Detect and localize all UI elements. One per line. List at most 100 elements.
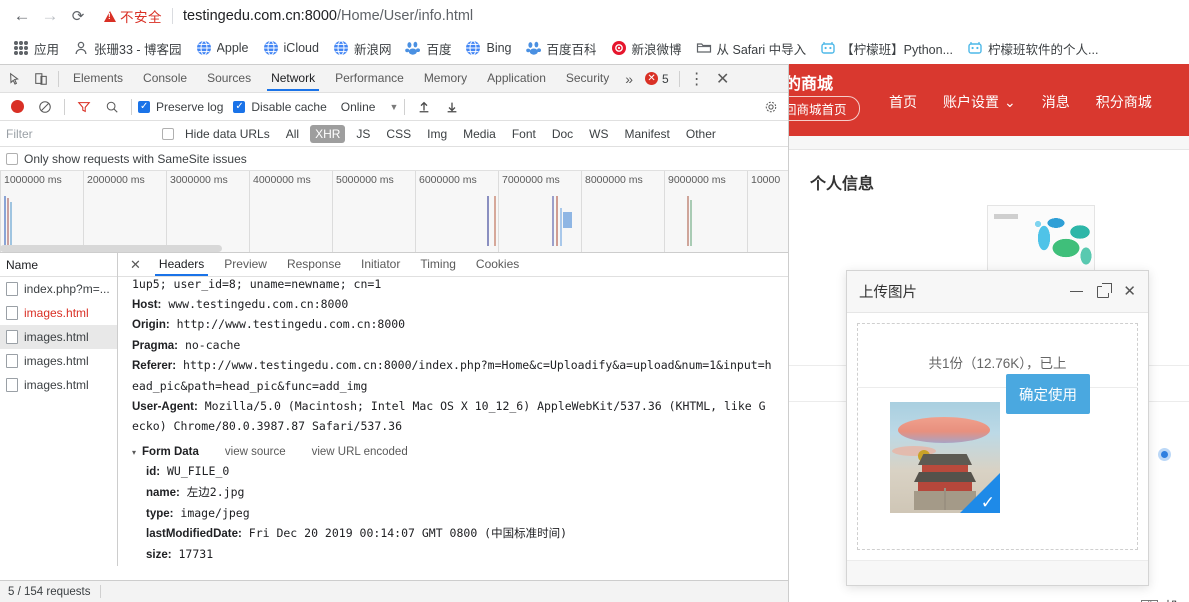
tab-network[interactable]: Network [261, 66, 325, 91]
image-thumbnail[interactable]: ✓ [890, 402, 1000, 513]
bookmark-baidu[interactable]: 百度 [398, 36, 458, 61]
request-row[interactable]: images.html [0, 349, 117, 373]
back-button[interactable]: ← [8, 2, 36, 30]
import-har-icon[interactable] [411, 94, 437, 120]
search-icon[interactable] [99, 94, 125, 120]
filter-type-all[interactable]: All [281, 125, 304, 143]
device-toolbar-icon[interactable] [28, 66, 54, 92]
request-row[interactable]: images.html [0, 301, 117, 325]
filter-type-css[interactable]: CSS [381, 125, 416, 143]
close-icon[interactable]: ✕ [1123, 284, 1136, 299]
filter-type-img[interactable]: Img [422, 125, 452, 143]
bookmark-icloud[interactable]: iCloud [256, 37, 326, 59]
filter-type-media[interactable]: Media [458, 125, 501, 143]
filter-type-js[interactable]: JS [351, 125, 375, 143]
collapse-triangle-icon[interactable]: ▾ [132, 443, 136, 463]
tab-memory[interactable]: Memory [414, 66, 477, 91]
filter-funnel-icon[interactable] [71, 94, 97, 120]
tab-sources[interactable]: Sources [197, 66, 261, 91]
filter-input[interactable]: Filter [6, 127, 156, 141]
email-row: 邮 [1141, 596, 1177, 602]
bookmark-sina[interactable]: 新浪网 [326, 36, 399, 61]
avatar-preview-card[interactable] [987, 205, 1095, 275]
detail-tab-preview[interactable]: Preview [214, 253, 277, 276]
devtools-close-button[interactable]: ✕ [710, 66, 736, 92]
nav-item-messages[interactable]: 消息 [1042, 92, 1070, 112]
globe-icon [196, 40, 211, 56]
minimize-icon[interactable] [1070, 290, 1084, 293]
address-bar[interactable]: testingedu.com.cn:8000/Home/User/info.ht… [183, 8, 473, 24]
disable-cache-label: Disable cache [251, 99, 327, 114]
preserve-log-checkbox[interactable] [138, 100, 150, 113]
radio-selected-indicator[interactable] [1158, 448, 1171, 461]
detail-tab-initiator[interactable]: Initiator [351, 253, 410, 276]
nav-item-home[interactable]: 首页 [889, 92, 917, 112]
view-source-link[interactable]: view source [225, 443, 286, 463]
detail-close-button[interactable]: ✕ [122, 257, 149, 273]
network-overview-timeline[interactable]: 1000000 ms 2000000 ms 3000000 ms 4000000… [0, 171, 788, 253]
throttling-select[interactable]: Online ▼ [341, 100, 399, 114]
roof-shape [918, 454, 972, 465]
inspect-cursor-icon[interactable] [2, 66, 28, 92]
form-data-section-header[interactable]: ▾ Form Data view source view URL encoded [132, 443, 788, 463]
bookmark-baike[interactable]: 百度百科 [519, 36, 604, 61]
filter-type-font[interactable]: Font [507, 125, 541, 143]
overview-horizontal-scrollbar[interactable] [0, 245, 222, 252]
bookmark-label: 【柠檬班】Python... [841, 42, 953, 57]
view-url-encoded-link[interactable]: view URL encoded [312, 443, 408, 463]
bookmark-apps[interactable]: 应用 [6, 36, 66, 61]
nav-item-points-mall[interactable]: 积分商城 [1096, 92, 1152, 112]
error-count-badge[interactable]: ✕ 5 [639, 72, 675, 86]
samesite-checkbox[interactable] [6, 152, 18, 165]
devtools-menu-button[interactable]: ⋮ [684, 66, 710, 92]
maximize-icon[interactable] [1097, 282, 1113, 298]
error-icon: ✕ [645, 72, 659, 85]
bookmark-safari-import-folder[interactable]: 从 Safari 中导入 [689, 36, 814, 61]
nav-item-account-settings[interactable]: 账户设置 ⌄ [943, 92, 1016, 112]
file-dropzone[interactable]: 共1份（12.76K），已上 ✓ [857, 323, 1138, 550]
nav-label: 消息 [1041, 94, 1070, 110]
filter-type-doc[interactable]: Doc [547, 125, 578, 143]
gear-icon[interactable] [758, 94, 784, 120]
more-tabs-button[interactable]: » [619, 71, 639, 87]
disable-cache-checkbox[interactable] [233, 100, 246, 113]
tab-application[interactable]: Application [477, 66, 556, 91]
chevron-down-icon: ⌄ [1004, 93, 1016, 110]
detail-tab-timing[interactable]: Timing [410, 253, 466, 276]
detail-tab-headers[interactable]: Headers [149, 253, 214, 276]
hide-data-urls-checkbox[interactable] [162, 127, 174, 140]
bookmark-apple[interactable]: Apple [189, 37, 256, 59]
clear-icon[interactable] [32, 94, 58, 120]
filter-type-other[interactable]: Other [681, 125, 721, 143]
forward-button[interactable]: → [36, 2, 64, 30]
bookmark-label: iCloud [283, 41, 319, 55]
bookmark-lemon-personal[interactable]: 柠檬班软件的个人... [960, 36, 1105, 61]
confirm-use-button[interactable]: 确定使用 [1006, 374, 1090, 414]
request-row[interactable]: index.php?m=... [0, 277, 117, 301]
globe-icon [333, 40, 348, 56]
request-row[interactable]: images.html [0, 373, 117, 397]
form-field-type: type: image/jpeg [146, 505, 250, 520]
bookmark-lemon-python[interactable]: 【柠檬班】Python... [813, 36, 960, 61]
site-security-chip[interactable]: 不安全 [104, 6, 162, 26]
bookmark-weibo[interactable]: 新浪微博 [604, 36, 689, 61]
reload-button[interactable]: ⟳ [64, 2, 92, 30]
filter-type-manifest[interactable]: Manifest [620, 125, 675, 143]
filter-type-ws[interactable]: WS [584, 125, 613, 143]
network-split-pane: Name index.php?m=... images.html images.… [0, 253, 788, 566]
request-row[interactable]: images.html [0, 325, 117, 349]
detail-tab-cookies[interactable]: Cookies [466, 253, 529, 276]
filter-type-xhr[interactable]: XHR [310, 124, 346, 143]
tab-security[interactable]: Security [556, 66, 619, 91]
export-har-icon[interactable] [439, 94, 465, 120]
request-bar [10, 202, 12, 246]
tab-console[interactable]: Console [133, 66, 197, 91]
record-stop-icon[interactable] [4, 94, 30, 120]
back-to-mall-button[interactable]: 回商城首页 [789, 96, 860, 121]
tab-performance[interactable]: Performance [325, 66, 414, 91]
detail-tab-response[interactable]: Response [277, 253, 351, 276]
bookmark-bing[interactable]: Bing [458, 37, 518, 59]
tab-elements[interactable]: Elements [63, 66, 133, 91]
document-icon [6, 378, 18, 392]
bookmark-blog[interactable]: 张珊33 - 博客园 [66, 36, 189, 61]
